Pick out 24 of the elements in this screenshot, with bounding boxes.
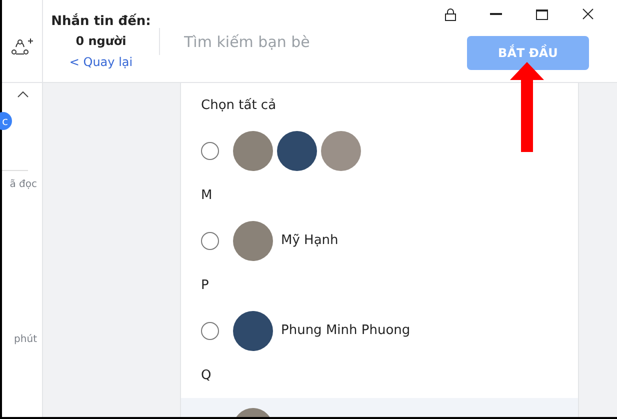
lock-icon[interactable] — [444, 8, 456, 20]
maximize-icon[interactable] — [536, 8, 548, 20]
message-status: ã đọc — [10, 179, 37, 190]
recipients-label: Nhắn tin đến: — [51, 14, 151, 29]
chevron-up-icon[interactable] — [17, 91, 29, 98]
unread-badge: c — [0, 112, 12, 130]
section-label: Chọn tất cả — [201, 98, 276, 113]
recipients-count: 0 người — [76, 34, 126, 48]
contact-name[interactable]: Phung Minh Phuong — [281, 323, 410, 338]
radio-button[interactable] — [201, 322, 219, 340]
section-label: P — [201, 278, 209, 293]
back-link[interactable]: < Quay lại — [69, 55, 133, 69]
radio-button[interactable] — [201, 232, 219, 250]
section-label: Q — [201, 368, 212, 383]
avatar-placeholder — [233, 130, 273, 170]
avatar-placeholder — [233, 310, 273, 350]
avatar-placeholder — [233, 220, 273, 260]
message-time: phút — [14, 334, 37, 345]
avatar-placeholder — [277, 130, 317, 170]
radio-button[interactable] — [201, 142, 219, 160]
close-icon[interactable] — [582, 8, 594, 20]
contact-name[interactable]: Mỹ Hạnh — [281, 233, 338, 248]
avatar-placeholder — [321, 130, 361, 170]
section-label: M — [201, 188, 212, 203]
